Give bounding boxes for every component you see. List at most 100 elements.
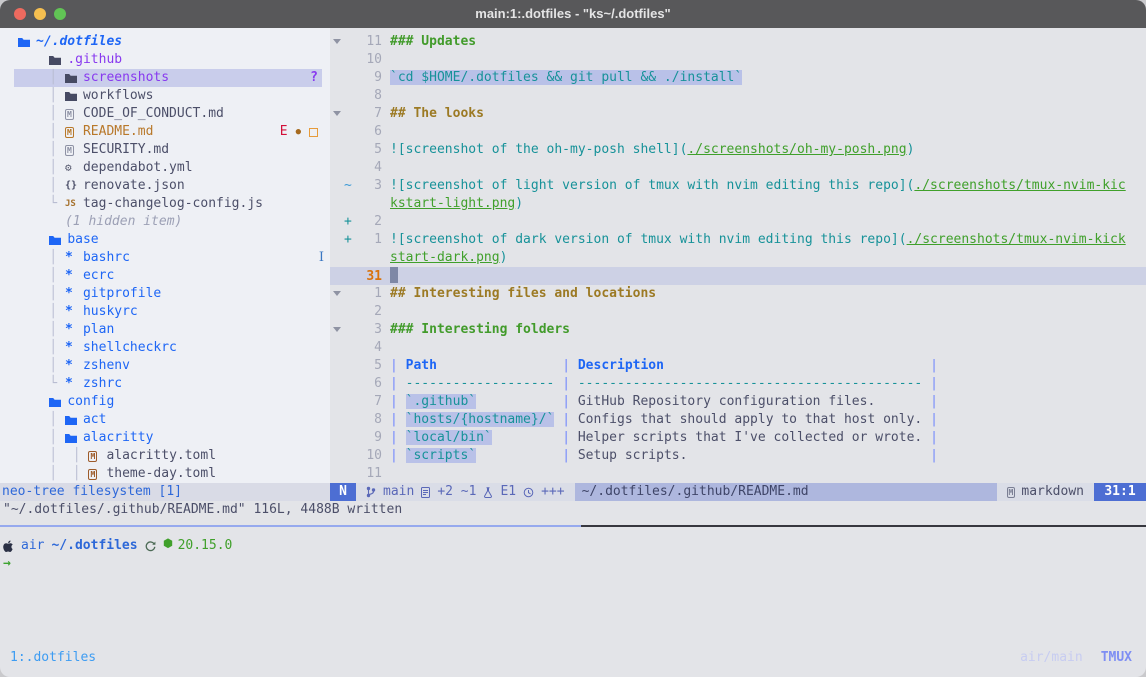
fold-column[interactable] [330,33,344,51]
git-sign [344,285,356,303]
minimize-button[interactable] [34,8,46,20]
editor-line[interactable]: 5| Path | Description | [330,357,1146,375]
editor-line[interactable]: 6| ------------------- | ---------------… [330,375,1146,393]
editor-line[interactable]: 3### Interesting folders [330,321,1146,339]
editor-line[interactable]: start-dark.png) [330,249,1146,267]
tree-item[interactable]: │ workflows [0,87,330,105]
indent-guide [18,213,65,231]
fold-column[interactable] [330,285,344,303]
editor-line[interactable]: kstart-light.png) [330,195,1146,213]
text-segment-td: Configs that should apply to that host o… [578,412,930,427]
tree-item[interactable]: │ ⚙dependabot.yml [0,159,330,177]
tree-item[interactable]: .github [0,51,330,69]
text-segment-pipe: | [930,358,938,373]
editor-line[interactable]: 10| `scripts` | Setup scripts. | [330,447,1146,465]
tmux-pane-border-active[interactable] [0,525,581,527]
tmux-window-label[interactable]: 1:.dotfiles [10,649,96,667]
line-number: 4 [356,339,382,357]
tree-item[interactable]: │ *gitprofile [0,285,330,303]
tree-item[interactable]: │ {}renovate.json [0,177,330,195]
editor-line[interactable]: 1## Interesting files and locations [330,285,1146,303]
editor-line[interactable]: 10 [330,51,1146,69]
editor-line[interactable]: 6 [330,123,1146,141]
tree-item-label: bashrc [83,249,130,267]
tree-item[interactable]: │ *plan [0,321,330,339]
editor-line[interactable]: 8 [330,87,1146,105]
text-segment-pipe: | [930,430,938,445]
tree-item[interactable]: └ *zshrc [0,375,330,393]
editor-line[interactable]: 4 [330,339,1146,357]
editor-line[interactable]: 5![screenshot of the oh-my-posh shell](.… [330,141,1146,159]
editor[interactable]: 11### Updates 10 9`cd $HOME/.dotfiles &&… [330,33,1146,483]
text-segment-dash: ------------------- [406,376,555,391]
folder-blue-icon [49,235,64,245]
indent-guide [18,393,49,411]
folder-dark-icon [49,55,64,65]
tree-item[interactable]: │ │ Malacritty.toml [0,447,330,465]
close-button[interactable] [14,8,26,20]
tree-item[interactable]: (1 hidden item) [0,213,330,231]
tree-item[interactable]: │ act [0,411,330,429]
editor-line[interactable]: 7## The looks [330,105,1146,123]
tree-item[interactable]: │ alacritty [0,429,330,447]
error-badge: E [280,123,288,141]
text-segment-pipe: | [562,376,578,391]
tree-item[interactable]: │ MREADME.mdE● [0,123,330,141]
indent-guide: └ [18,375,65,393]
editor-line[interactable]: 7| `.github` | GitHub Repository configu… [330,393,1146,411]
toml-icon: M [88,451,103,462]
tree-item-label: (1 hidden item) [65,213,182,231]
git-sign [344,321,356,339]
git-sign [344,339,356,357]
tree-item[interactable]: └ JStag-changelog-config.js [0,195,330,213]
tree-item[interactable]: │ *shellcheckrc [0,339,330,357]
indent-guide: │ [18,357,65,375]
tree-item[interactable]: │ *zshenv [0,357,330,375]
tree-item[interactable]: │ screenshots? [0,69,330,87]
git-status-segment: main +2 ~1 E1 +++ [356,483,575,501]
apple-icon [3,540,14,553]
editor-line[interactable]: 2 [330,303,1146,321]
tree-item-label: alacritty.toml [106,447,216,465]
tree-item[interactable]: │ *bashrcI [0,249,330,267]
star-icon: * [65,285,80,303]
tmux-pane-border[interactable] [581,525,1146,527]
git-sign [344,141,356,159]
tree-item-label: alacritty [83,429,153,447]
text-segment-pipe: | [562,358,578,373]
editor-line[interactable]: 4 [330,159,1146,177]
tree-item[interactable]: base [0,231,330,249]
tree-item[interactable]: │ MCODE_OF_CONDUCT.md [0,105,330,123]
tree-item-label: ~/.dotfiles [36,33,122,51]
tree-item[interactable]: ~/.dotfiles [0,33,330,51]
folder-open-icon [18,37,33,47]
text-segment-td: Helper scripts that I've collected or wr… [578,430,930,445]
editor-line[interactable]: 9| `local/bin` | Helper scripts that I'v… [330,429,1146,447]
zoom-button[interactable] [54,8,66,20]
git-fetch-icon [145,541,156,552]
tree-item[interactable]: │ *huskyrc [0,303,330,321]
line-number: 6 [356,375,382,393]
git-sign [344,105,356,123]
tree-item-label: theme-day.toml [106,465,216,483]
tree-item-label: tag-changelog-config.js [83,195,263,213]
editor-line[interactable]: 11### Updates [330,33,1146,51]
tree-item[interactable]: │ MSECURITY.md [0,141,330,159]
text-segment-pipe: | [930,412,938,427]
indent-guide: │ [18,249,65,267]
fold-column[interactable] [330,105,344,123]
editor-line[interactable]: +1![screenshot of dark version of tmux w… [330,231,1146,249]
editor-line[interactable]: 8| `hosts/{hostname}/` | Configs that sh… [330,411,1146,429]
fold-column[interactable] [330,321,344,339]
editor-line[interactable]: ~3![screenshot of light version of tmux … [330,177,1146,195]
titlebar[interactable]: main:1:.dotfiles - "ks~/.dotfiles" [0,0,1146,28]
indent-guide: │ [18,141,65,159]
text-segment-link: ./screenshots/oh-my-posh.png [687,142,906,157]
editor-line[interactable]: 31 [330,267,1146,285]
editor-line[interactable]: 9`cd $HOME/.dotfiles && git pull && ./in… [330,69,1146,87]
tree-item[interactable]: config [0,393,330,411]
editor-line[interactable]: +2 [330,213,1146,231]
editor-line[interactable]: 11 [330,465,1146,483]
tree-item[interactable]: │ │ Mtheme-day.toml [0,465,330,483]
tree-item[interactable]: │ *ecrc [0,267,330,285]
